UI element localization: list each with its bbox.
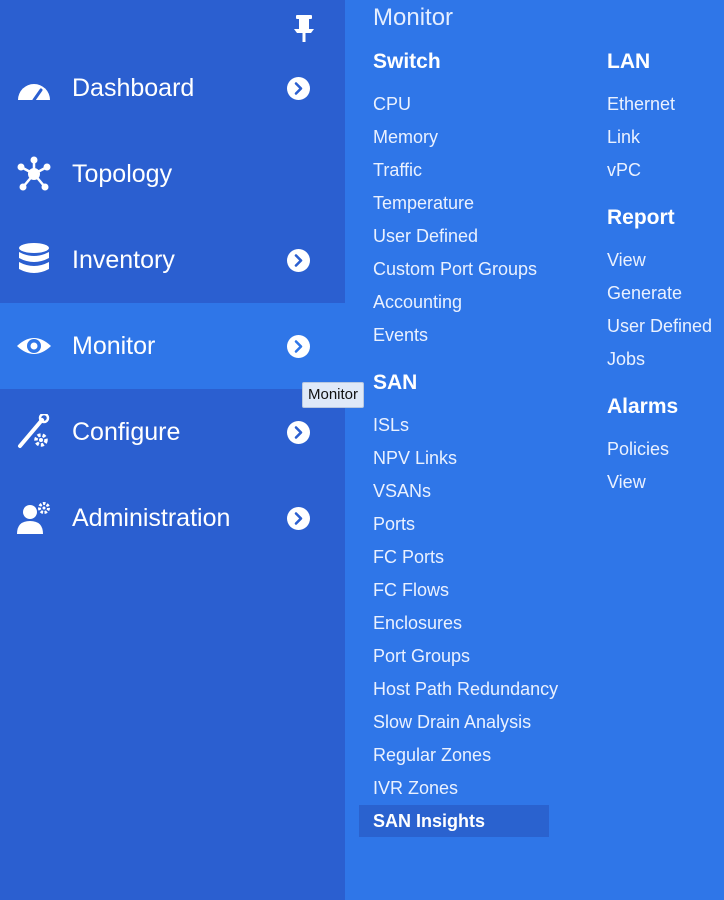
nav-item-inventory[interactable]: Inventory xyxy=(0,217,345,303)
menu-link-lan-ethernet[interactable]: Ethernet xyxy=(607,94,675,115)
chevron-right-icon[interactable] xyxy=(287,421,310,444)
chevron-right-icon[interactable] xyxy=(287,249,310,272)
menu-link-san-fc-ports[interactable]: FC Ports xyxy=(373,547,444,568)
pin-icon xyxy=(294,15,314,42)
menu-link-san-regular-zones[interactable]: Regular Zones xyxy=(373,745,491,766)
nav-item-administration[interactable]: Administration xyxy=(0,475,345,561)
menu-link-report-generate[interactable]: Generate xyxy=(607,283,682,304)
menu-link-san-slow-drain-analysis[interactable]: Slow Drain Analysis xyxy=(373,712,531,733)
menu-link-san-npv-links[interactable]: NPV Links xyxy=(373,448,457,469)
menu-link-san-ivr-zones[interactable]: IVR Zones xyxy=(373,778,458,799)
nav-item-topology[interactable]: Topology xyxy=(0,131,345,217)
monitor-flyout-menu: Monitor Switch CPU Memory Traffic Temperatur… xyxy=(345,0,724,900)
menu-link-san-san-insights[interactable]: SAN Insights xyxy=(359,805,549,837)
nav-item-label: Administration xyxy=(72,504,231,532)
menu-link-report-view[interactable]: View xyxy=(607,250,646,271)
menu-link-switch-accounting[interactable]: Accounting xyxy=(373,292,462,313)
flyout-title: Monitor xyxy=(373,4,454,31)
menu-link-switch-events[interactable]: Events xyxy=(373,325,428,346)
chevron-right-icon[interactable] xyxy=(287,335,310,358)
menu-link-switch-memory[interactable]: Memory xyxy=(373,127,438,148)
menu-link-switch-custom-port-groups[interactable]: Custom Port Groups xyxy=(373,259,537,280)
database-icon xyxy=(16,242,52,278)
section-heading-alarms: Alarms xyxy=(607,395,679,418)
menu-link-switch-user-defined[interactable]: User Defined xyxy=(373,226,478,247)
section-heading-switch: Switch xyxy=(373,50,441,73)
menu-link-alarms-view[interactable]: View xyxy=(607,472,646,493)
menu-link-switch-traffic[interactable]: Traffic xyxy=(373,160,422,181)
menu-link-san-isls[interactable]: ISLs xyxy=(373,415,409,436)
menu-link-lan-link[interactable]: Link xyxy=(607,127,640,148)
chevron-right-icon[interactable] xyxy=(287,507,310,530)
menu-link-san-fc-flows[interactable]: FC Flows xyxy=(373,580,449,601)
section-heading-report: Report xyxy=(607,206,675,229)
section-heading-san: SAN xyxy=(373,371,418,394)
menu-link-san-host-path-redundancy[interactable]: Host Path Redundancy xyxy=(373,679,558,700)
menu-link-report-user-defined[interactable]: User Defined xyxy=(607,316,712,337)
chevron-right-icon[interactable] xyxy=(287,77,310,100)
dashboard-gauge-icon xyxy=(16,70,52,106)
menu-link-san-enclosures[interactable]: Enclosures xyxy=(373,613,462,634)
menu-link-lan-vpc[interactable]: vPC xyxy=(607,160,641,181)
section-heading-lan: LAN xyxy=(607,50,651,73)
nav-item-dashboard[interactable]: Dashboard xyxy=(0,45,345,131)
menu-link-switch-cpu[interactable]: CPU xyxy=(373,94,411,115)
nav-item-configure[interactable]: Configure xyxy=(0,389,345,475)
menu-link-alarms-policies[interactable]: Policies xyxy=(607,439,669,460)
pin-button[interactable] xyxy=(290,10,318,44)
sidebar: Dashboard Topology Inventory Monitor Configu… xyxy=(0,0,345,900)
menu-link-switch-temperature[interactable]: Temperature xyxy=(373,193,474,214)
nav-item-label: Monitor xyxy=(72,332,156,360)
menu-link-report-jobs[interactable]: Jobs xyxy=(607,349,645,370)
menu-link-san-vsans[interactable]: VSANs xyxy=(373,481,431,502)
user-gear-icon xyxy=(16,500,52,536)
nav-item-label: Inventory xyxy=(72,246,175,274)
menu-link-san-ports[interactable]: Ports xyxy=(373,514,415,535)
wrench-gear-icon xyxy=(16,412,52,450)
nav-item-label: Dashboard xyxy=(72,74,195,102)
nav-item-label: Configure xyxy=(72,418,181,446)
eye-icon xyxy=(16,328,52,364)
menu-link-san-port-groups[interactable]: Port Groups xyxy=(373,646,470,667)
topology-hub-icon xyxy=(16,156,52,192)
nav-item-monitor[interactable]: Monitor xyxy=(0,303,345,389)
nav-item-label: Topology xyxy=(72,160,173,188)
